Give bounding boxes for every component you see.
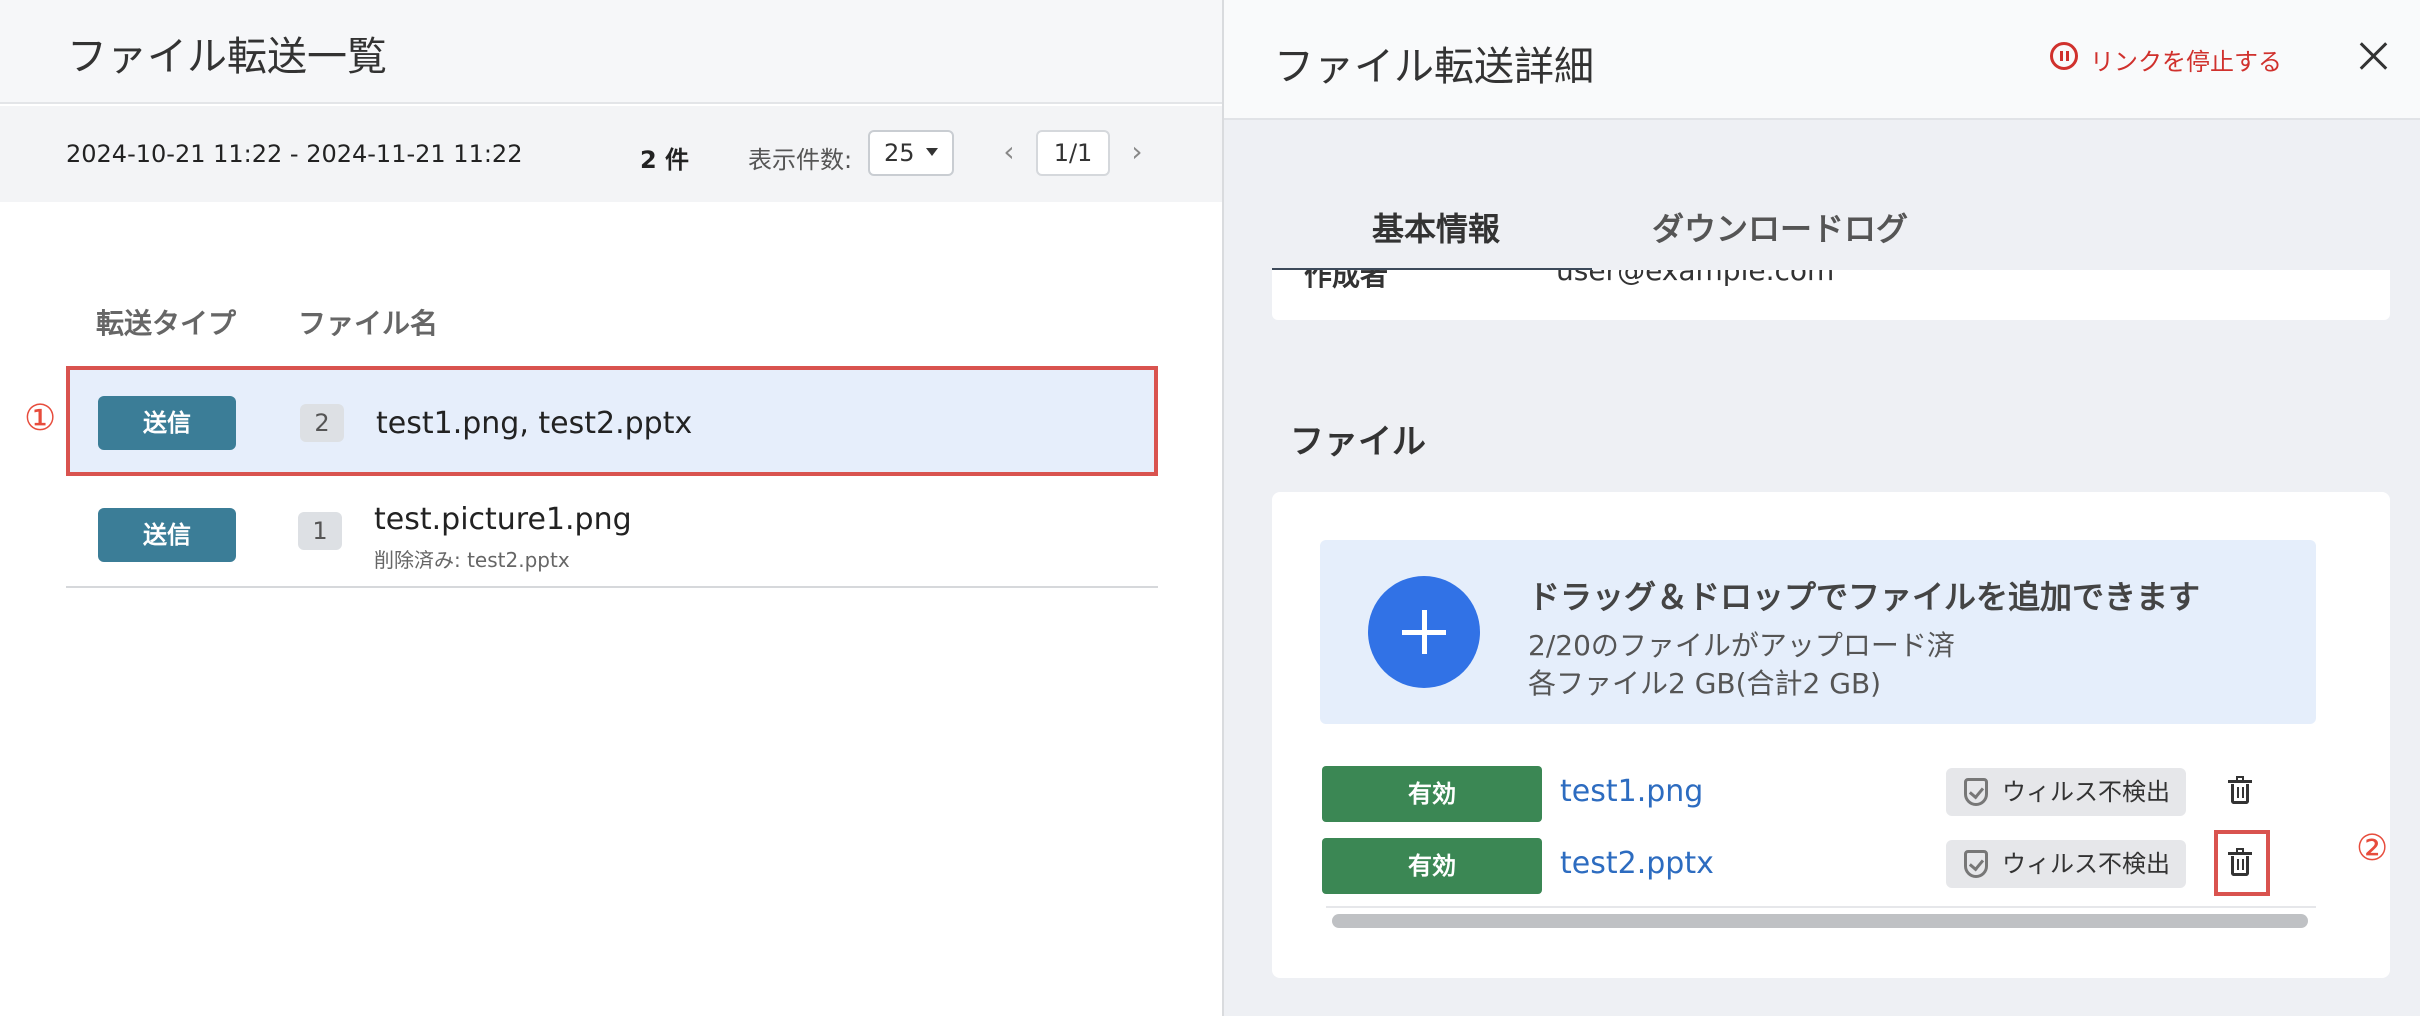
upload-count-text: 2/20のファイルがアップロード済	[1528, 629, 1955, 662]
basic-info-card: 作成者 user@example.com	[1272, 270, 2390, 320]
file-status-badge: 有効	[1322, 838, 1542, 894]
trash-icon[interactable]	[2228, 848, 2252, 878]
list-toolbar: 2024-10-21 11:22 - 2024-11-21 11:22 2 件 …	[0, 106, 1222, 202]
per-page-select[interactable]: 25	[868, 130, 954, 176]
virus-scan-badge: ウィルス不検出	[1946, 840, 2186, 888]
stop-link-button[interactable]: リンクを停止する	[2090, 42, 2282, 77]
horizontal-scrollbar[interactable]	[1326, 906, 2316, 932]
list-header: ファイル転送一覧	[0, 0, 1222, 104]
detail-header: ファイル転送詳細 リンクを停止する	[1224, 0, 2420, 120]
plus-icon[interactable]	[1368, 576, 1480, 688]
table-row[interactable]: 送信 1 test.picture1.png 削除済み: test2.pptx	[66, 478, 1158, 588]
files-card: ドラッグ＆ドロップでファイルを追加できます 2/20のファイルがアップロード済 …	[1272, 492, 2390, 978]
shield-check-icon	[1964, 778, 1988, 806]
tab-basic-info[interactable]: 基本情報	[1372, 204, 1500, 250]
table-row[interactable]: 送信 2 test1.png, test2.pptx	[66, 366, 1158, 476]
detail-title: ファイル転送詳細	[1274, 44, 1594, 90]
file-count-badge: 2	[300, 404, 344, 442]
file-row: 有効 test1.png ウィルス不検出	[1322, 764, 2318, 822]
file-link[interactable]: test1.png	[1560, 774, 1703, 809]
page-title: ファイル転送一覧	[67, 34, 387, 80]
column-header-type: 転送タイプ	[96, 307, 237, 340]
files-section-title: ファイル	[1290, 422, 1426, 462]
file-dropzone[interactable]: ドラッグ＆ドロップでファイルを追加できます 2/20のファイルがアップロード済 …	[1320, 540, 2316, 724]
virus-scan-text: ウィルス不検出	[2002, 778, 2170, 806]
caret-down-icon	[926, 148, 938, 156]
result-count: 2 件	[640, 146, 690, 174]
per-page-value: 25	[884, 139, 915, 167]
file-link[interactable]: test2.pptx	[1560, 846, 1714, 881]
chevron-right-icon[interactable]: ›	[1122, 134, 1152, 174]
annotation-marker-1: ①	[24, 398, 57, 439]
page-indicator: 1/1	[1036, 130, 1110, 176]
creator-label: 作成者	[1304, 270, 1389, 292]
transfer-list-panel: ファイル転送一覧 2024-10-21 11:22 - 2024-11-21 1…	[0, 0, 1222, 1016]
chevron-left-icon[interactable]: ‹	[994, 134, 1024, 174]
trash-icon[interactable]	[2228, 776, 2252, 806]
file-count-badge: 1	[298, 512, 342, 550]
file-names: test1.png, test2.pptx	[376, 406, 693, 441]
deleted-files-note: 削除済み: test2.pptx	[374, 548, 570, 572]
virus-scan-text: ウィルス不検出	[2002, 850, 2170, 878]
scrollbar-thumb[interactable]	[1332, 914, 2308, 928]
annotation-marker-2: ②	[2356, 828, 2389, 869]
transfer-type-badge: 送信	[98, 508, 236, 562]
pause-circle-icon[interactable]	[2050, 42, 2078, 70]
creator-value: user@example.com	[1556, 270, 1835, 287]
per-page-label: 表示件数:	[748, 146, 853, 174]
transfer-detail-panel: ファイル転送詳細 リンクを停止する 基本情報 ダウンロードログ 作成者 user…	[1224, 0, 2420, 1016]
transfer-type-badge: 送信	[98, 396, 236, 450]
date-range[interactable]: 2024-10-21 11:22 - 2024-11-21 11:22	[66, 140, 522, 168]
tab-download-log[interactable]: ダウンロードログ	[1652, 204, 1908, 250]
detail-tabs: 基本情報 ダウンロードログ	[1272, 200, 2390, 274]
virus-scan-badge: ウィルス不検出	[1946, 768, 2186, 816]
shield-check-icon	[1964, 850, 1988, 878]
column-header-name: ファイル名	[298, 307, 439, 340]
file-status-badge: 有効	[1322, 766, 1542, 822]
size-limit-text: 各ファイル2 GB(合計2 GB)	[1528, 667, 1882, 700]
file-row: 有効 test2.pptx ウィルス不検出	[1322, 830, 2318, 896]
close-icon[interactable]	[2354, 36, 2394, 76]
file-names: test.picture1.png	[374, 502, 632, 537]
dropzone-title: ドラッグ＆ドロップでファイルを追加できます	[1528, 578, 2201, 616]
